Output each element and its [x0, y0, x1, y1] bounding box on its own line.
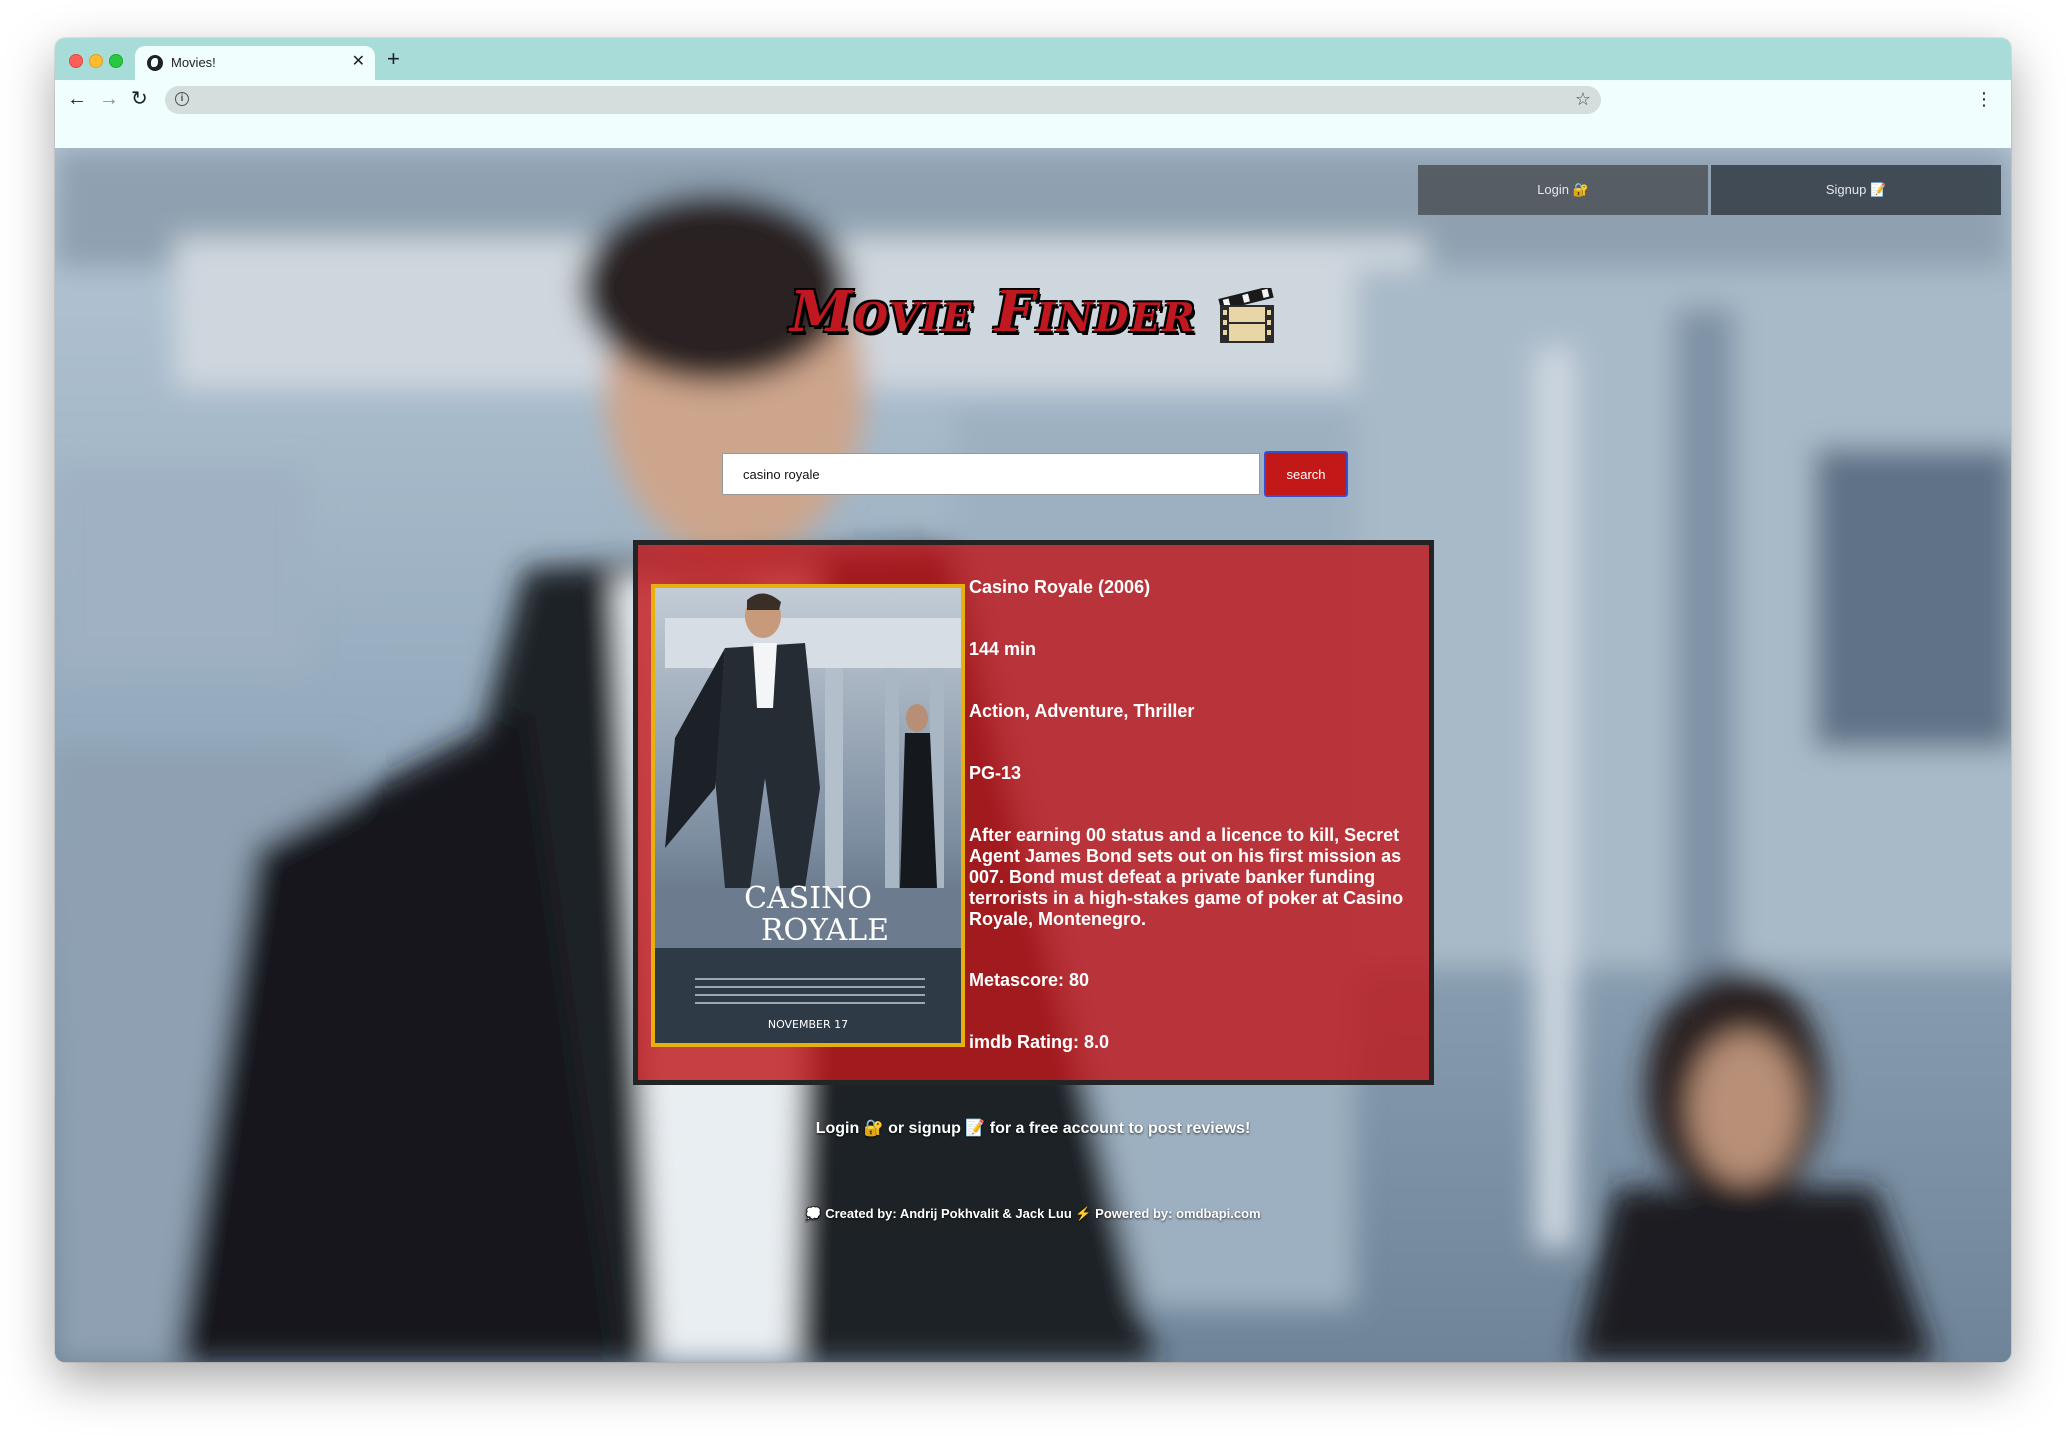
cta-or-text: or — [883, 1120, 909, 1137]
tab-close-icon[interactable]: ✕ — [352, 52, 365, 72]
poster-title-line1: CASINO — [744, 881, 872, 916]
search-button[interactable]: search — [1264, 451, 1348, 497]
cta-login-link[interactable]: Login 🔐 — [816, 1120, 884, 1137]
browser-menu-icon[interactable]: ⋮ — [1975, 89, 1993, 109]
movie-title: Casino Royale (2006) — [969, 577, 1151, 597]
forward-arrow-icon[interactable]: → — [99, 88, 119, 110]
login-button[interactable]: Login 🔐 — [1418, 165, 1708, 215]
cta-rest-text: for a free account to post reviews! — [985, 1120, 1251, 1137]
signup-button[interactable]: Signup 📝 — [1711, 165, 2001, 215]
poster-title-line2: ROYALE — [761, 913, 889, 948]
site-info-icon[interactable]: i — [175, 92, 189, 106]
bookmark-star-icon[interactable]: ☆ — [1575, 89, 1591, 110]
address-bar[interactable]: i ☆ — [165, 86, 1601, 114]
poster-release-date: NOVEMBER 17 — [768, 1018, 848, 1031]
back-arrow-icon[interactable]: ← — [67, 88, 87, 110]
movie-plot: After earning 00 status and a licence to… — [969, 825, 1404, 929]
tab-title: Movies! — [171, 55, 216, 70]
reload-icon[interactable]: ↻ — [131, 88, 148, 110]
new-tab-button[interactable]: + — [387, 48, 400, 70]
search-input[interactable] — [722, 453, 1260, 495]
app-title: Movie Finder — [790, 279, 1197, 345]
movie-imdb-rating: imdb Rating: 8.0 — [969, 1032, 1110, 1052]
window-minimize-button[interactable] — [89, 54, 103, 68]
globe-icon — [147, 55, 163, 71]
movie-result-card: CASINO ROYALE NOVEMBER 17 Casino Royale … — [633, 540, 1434, 1085]
signup-call-to-action: Login 🔐 or signup 📝 for a free account t… — [55, 1118, 2011, 1138]
movie-metascore: Metascore: 80 — [969, 970, 1090, 990]
window-close-button[interactable] — [69, 54, 83, 68]
app-title-block: Movie Finder — [790, 276, 1310, 356]
movie-rating: PG-13 — [969, 763, 1022, 783]
tab-movies[interactable]: Movies! ✕ — [135, 46, 375, 80]
film-frames-icon — [1218, 288, 1274, 343]
window-maximize-button[interactable] — [109, 54, 123, 68]
movie-runtime: 144 min — [969, 639, 1037, 659]
page-content: Login 🔐 Signup 📝 Movie Finder casino roy… — [55, 148, 2011, 1362]
browser-window: Movies! ✕ + ← → ↻ i ☆ ⋮ Login 🔐 Signup 📝… — [55, 38, 2011, 1362]
tab-strip: Movies! ✕ + — [55, 38, 2011, 80]
movie-poster: CASINO ROYALE NOVEMBER 17 — [651, 584, 965, 1047]
movie-genre: Action, Adventure, Thriller — [969, 701, 1195, 721]
credits-footer: 💭 Created by: Andrij Pokhvalit & Jack Lu… — [805, 1206, 1261, 1221]
browser-toolbar: ← → ↻ i ☆ ⋮ — [55, 80, 2011, 120]
cta-signup-link[interactable]: signup 📝 — [909, 1120, 986, 1137]
